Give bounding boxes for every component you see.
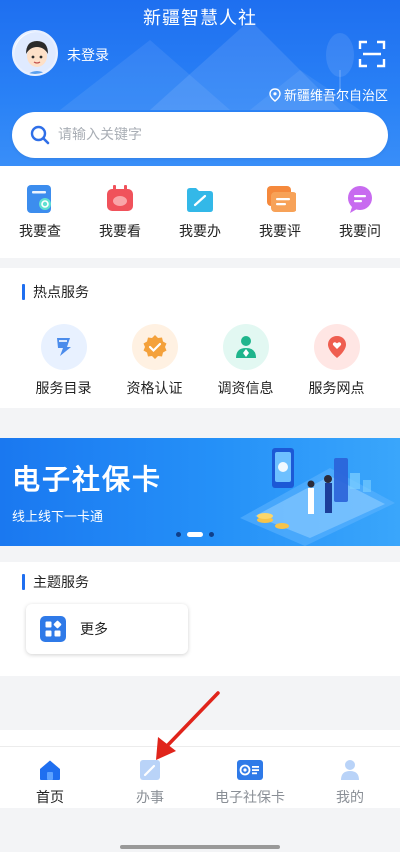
search-input[interactable] [58,127,358,143]
more-services-button[interactable]: 更多 [26,604,188,654]
section-title: 热点服务 [22,282,89,302]
section-title: 主题服务 [22,572,89,592]
carousel-dot-active[interactable] [187,532,203,537]
tab-profile[interactable]: 我的 [300,747,400,808]
banner-title: 电子社保卡 [12,463,163,496]
avatar[interactable] [12,30,58,76]
bottom-tab-bar: 首页 办事 电子社保卡 我的 [0,746,400,808]
tab-label: 电子社保卡 [215,790,285,806]
app-title: 新疆智慧人社 [143,8,257,29]
more-services-label: 更多 [80,622,108,638]
section-title-bar [22,574,25,590]
hot-service-label: 调资信息 [217,381,274,397]
location-selector[interactable]: 新疆维吾尔自治区 [269,85,388,104]
hot-service-label: 服务网点 [308,381,365,397]
quick-action-label: 我要办 [179,224,221,240]
banner-subtitle: 线上线下一卡通 [12,510,104,525]
promo-banner[interactable]: 电子社保卡 线上线下一卡通 [0,438,400,546]
quick-action-review[interactable]: 我要评 [241,183,319,241]
search-bar[interactable] [12,112,388,158]
user-icon [341,760,359,780]
location-pin-icon [269,87,281,102]
quick-action-check[interactable]: 我要查 [1,183,79,241]
certification-badge-icon [131,324,178,370]
section-title-bar [22,284,25,300]
tab-social-card[interactable]: 电子社保卡 [200,747,300,808]
quick-action-ask[interactable]: 我要问 [321,183,399,241]
apps-grid-icon [40,616,66,642]
quick-action-view[interactable]: 我要看 [81,183,159,241]
home-icon [40,760,60,780]
theme-services-section: 主题服务 更多 [0,562,400,676]
hot-services-section: 热点服务 服务目录 资格认证 调资信息 服务网点 [0,268,400,408]
hot-service-salary-info[interactable]: 调资信息 [203,324,289,398]
catalog-icon [40,324,87,370]
hot-service-catalog[interactable]: 服务目录 [21,324,107,398]
tab-services[interactable]: 办事 [100,747,200,808]
carousel-indicator [176,532,214,537]
salary-person-icon [222,324,269,370]
home-indicator [120,845,280,849]
tab-home[interactable]: 首页 [0,747,100,808]
blank-spacer [0,730,400,746]
search-icon [30,125,50,145]
theme-services-title: 主题服务 [33,575,89,591]
chat-question-icon [348,186,372,213]
hot-services-row: 服务目录 资格认证 调资信息 服务网点 [0,324,400,398]
hot-service-label: 资格认证 [126,381,183,397]
carousel-dot[interactable] [176,532,181,537]
quick-actions: 我要查 我要看 我要办 我要评 我要问 [0,166,400,258]
quick-action-do[interactable]: 我要办 [161,183,239,241]
tab-label: 办事 [136,790,164,806]
quick-action-label: 我要问 [339,224,381,240]
scan-icon[interactable] [358,40,386,68]
quick-action-label: 我要看 [99,224,141,240]
hot-service-outlets[interactable]: 服务网点 [294,324,380,398]
folder-edit-icon [187,188,213,212]
tab-label: 首页 [36,790,64,806]
tab-label: 我的 [336,790,364,806]
review-icon [267,186,296,212]
hot-service-label: 服务目录 [35,381,92,397]
hot-service-certification[interactable]: 资格认证 [112,324,198,398]
social-card-icon [237,760,263,780]
search-doc-icon [27,185,51,213]
quick-action-label: 我要评 [259,224,301,240]
tv-icon [107,185,133,211]
login-status[interactable]: 未登录 [67,45,109,65]
location-label: 新疆维吾尔自治区 [283,89,388,104]
carousel-dot[interactable] [209,532,214,537]
quick-action-label: 我要查 [19,224,61,240]
edit-icon [140,760,160,780]
hot-services-title: 热点服务 [33,285,89,301]
location-heart-icon [313,324,360,370]
